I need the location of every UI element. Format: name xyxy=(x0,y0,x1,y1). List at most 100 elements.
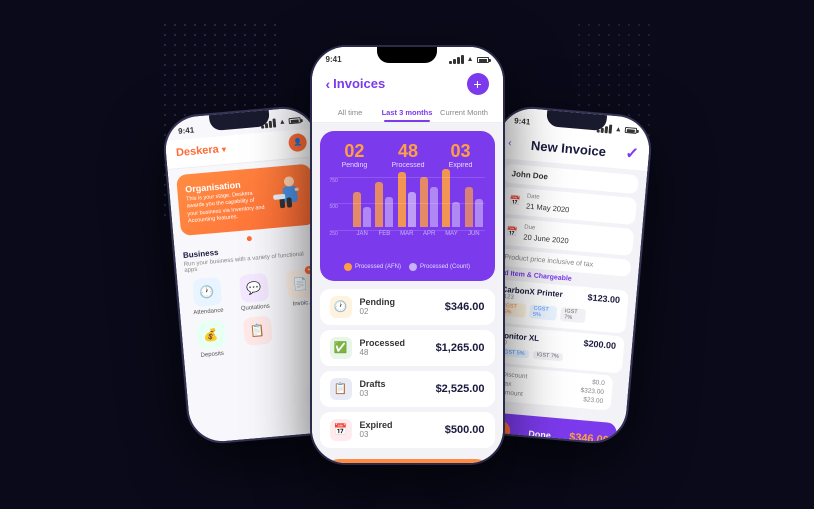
drafts-icon: 📋 xyxy=(330,378,352,400)
org-illustration xyxy=(263,172,307,220)
create-invoice-button[interactable]: Create New Invoice xyxy=(322,459,493,465)
pending-count: 02 xyxy=(360,307,396,316)
expired-icon: 📅 xyxy=(330,419,352,441)
due-calendar-icon: 📅 xyxy=(506,225,518,237)
processed-label-text: Processed xyxy=(360,338,406,348)
center-notch xyxy=(377,47,437,63)
back-button[interactable]: ‹ Invoices xyxy=(326,76,386,92)
item-carbonx-amount: $123.00 xyxy=(587,292,620,305)
item-carbonx[interactable]: CarbonX Printer 1123 IGST 5% CGST 5% IGS… xyxy=(490,279,628,334)
inv-left-drafts: 📋 Drafts 03 xyxy=(330,378,386,400)
tax-value: Product price inclusive of tax xyxy=(504,253,623,270)
bar-chart: 750 500 250 xyxy=(330,177,485,257)
legend-label-count: Processed (Count) xyxy=(420,264,470,270)
stat-pending: 02 Pending xyxy=(342,141,368,169)
date-container: Date 21 May 2020 xyxy=(525,193,570,214)
processed-label: Processed xyxy=(391,162,424,169)
org-banner[interactable]: Organisation This is your stage. Deskera… xyxy=(176,163,316,236)
chart-legend: Processed (AFN) Processed (Count) xyxy=(330,263,485,271)
tax-value: $323.00 xyxy=(580,387,604,396)
inv-info-drafts: Drafts 03 xyxy=(360,379,386,398)
date-value: 21 May 2020 xyxy=(525,201,569,214)
pending-amount: $346.00 xyxy=(445,301,485,313)
item-monitor-row: Monitor XL 100 CGST 5% IGST 7% $200.00 xyxy=(495,330,616,367)
deposits-icon: 💰 xyxy=(195,319,225,349)
drafts-count: 03 xyxy=(360,389,386,398)
totals-section: Discount $0.0 Tax $323.00 Amount $23.00 xyxy=(491,365,613,410)
customer-name-value: John Doe xyxy=(511,169,630,188)
app-deposits[interactable]: 💰 Deposits xyxy=(188,319,232,359)
legend-dot-light xyxy=(409,263,417,271)
grid-line-250: 250 xyxy=(330,230,485,237)
app-attendance[interactable]: 🕐 Attendance xyxy=(185,276,229,316)
inv-left-processed: ✅ Processed 48 xyxy=(330,337,406,359)
pending-label-text: Pending xyxy=(360,297,396,307)
discount-label: Discount xyxy=(501,371,527,380)
processed-count: 48 xyxy=(360,348,406,357)
inv-info-processed: Processed 48 xyxy=(360,338,406,357)
tab-all-time[interactable]: All time xyxy=(322,103,379,122)
drafts-label-text: Drafts xyxy=(360,379,386,389)
center-battery xyxy=(477,57,489,63)
invoices-label: Invoic.. xyxy=(292,299,311,307)
invoice-expired[interactable]: 📅 Expired 03 $500.00 xyxy=(320,412,495,448)
phone-center: 9:41 ▲ ‹ Invoices xyxy=(310,45,505,465)
invoice-pending[interactable]: 🕐 Pending 02 $346.00 xyxy=(320,289,495,325)
grid-label-750: 750 xyxy=(330,178,350,184)
item-carbonx-row: CarbonX Printer 1123 IGST 5% CGST 5% IGS… xyxy=(499,284,620,327)
app-misc[interactable]: 📋 xyxy=(235,315,279,355)
center-time: 9:41 xyxy=(326,55,342,64)
inv-left-pending: 🕐 Pending 02 xyxy=(330,296,396,318)
quotations-label: Quotations xyxy=(240,303,269,312)
right-back-button[interactable]: ‹ xyxy=(507,137,511,148)
expired-label: Expired xyxy=(449,162,473,169)
stat-processed: 48 Processed xyxy=(391,141,424,169)
wifi-icon: ▲ xyxy=(278,118,286,126)
discount-value: $0.0 xyxy=(591,379,604,387)
expired-label-text: Expired xyxy=(360,420,393,430)
legend-processed-afn: Processed (AFN) xyxy=(344,263,401,271)
stats-row: 02 Pending 48 Processed 03 Expired xyxy=(330,141,485,169)
attendance-icon: 🕐 xyxy=(191,276,221,306)
center-signal xyxy=(449,55,464,64)
attendance-label: Attendance xyxy=(193,307,224,316)
inv-left-expired: 📅 Expired 03 xyxy=(330,419,393,441)
calendar-icon: 📅 xyxy=(508,195,520,207)
invoice-list: 🕐 Pending 02 $346.00 ✅ Processed 48 xyxy=(312,289,503,448)
done-label: Done xyxy=(527,428,550,440)
tag-igst-7: IGST 7% xyxy=(559,307,586,323)
deskera-logo: Deskera ▾ xyxy=(175,142,226,158)
inv-info-pending: Pending 02 xyxy=(360,297,396,316)
user-avatar[interactable]: 👤 xyxy=(287,132,307,152)
item-monitor-amount: $200.00 xyxy=(583,338,616,351)
invoice-processed[interactable]: ✅ Processed 48 $1,265.00 xyxy=(320,330,495,366)
chart-grid: 750 500 250 xyxy=(330,177,485,237)
legend-processed-count: Processed (Count) xyxy=(409,263,470,271)
chart-section: 02 Pending 48 Processed 03 Expired xyxy=(320,131,495,281)
grid-line-500: 500 xyxy=(330,203,485,210)
done-amount: $346.00 xyxy=(568,431,609,444)
avatar-icon: 👤 xyxy=(292,138,301,147)
right-wifi: ▲ xyxy=(614,125,622,133)
invoice-drafts[interactable]: 📋 Drafts 03 $2,525.00 xyxy=(320,371,495,407)
quotations-icon: 💬 xyxy=(238,272,268,302)
misc-icon: 📋 xyxy=(242,315,272,345)
phones-container: 9:41 ▲ Deskera ▾ xyxy=(175,10,640,500)
processed-amount: $1,265.00 xyxy=(436,342,485,354)
due-value: 20 June 2020 xyxy=(522,232,568,245)
processed-num: 48 xyxy=(391,141,424,162)
org-banner-text-block: Organisation This is your stage. Deskera… xyxy=(184,177,266,224)
app-quotations[interactable]: 💬 Quotations xyxy=(231,272,275,312)
org-subtitle: This is your stage. Deskera awards you t… xyxy=(185,189,266,224)
center-phone-content: 9:41 ▲ ‹ Invoices xyxy=(312,47,503,463)
expired-amount: $500.00 xyxy=(445,424,485,436)
left-time: 9:41 xyxy=(177,125,194,135)
date-row: 📅 Date 21 May 2020 xyxy=(508,192,628,219)
tab-current-month[interactable]: Current Month xyxy=(436,103,493,122)
tab-bar: All time Last 3 months Current Month xyxy=(312,103,503,123)
save-button[interactable]: ✓ xyxy=(624,143,639,164)
tab-last-3-months[interactable]: Last 3 months xyxy=(379,103,436,122)
legend-label-afn: Processed (AFN) xyxy=(355,264,401,270)
tag-monitor-igst: IGST 7% xyxy=(532,350,563,361)
add-invoice-button[interactable]: + xyxy=(467,73,489,95)
